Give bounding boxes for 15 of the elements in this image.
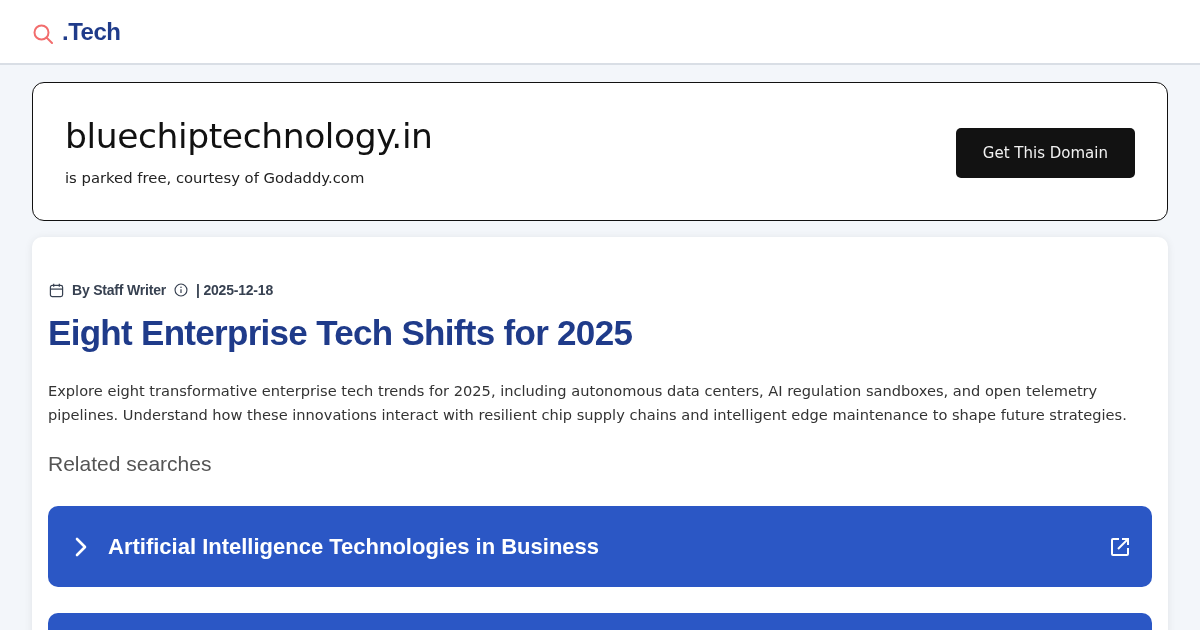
article-description: Explore eight transformative enterprise tech trends for 2025, including autonomous data centers, AI regulation sandboxes, and open telemetry pipelines. Understand how these innovations interact with resilient chip supply chains and intelligent edge maintenance to shape future strategies. [48, 381, 1128, 425]
related-search-link[interactable]: Artificial Intelligence Technologies in Business [48, 506, 1152, 587]
external-link-icon [1110, 536, 1130, 557]
parked-notice: is parked free, courtesy of Godaddy.com [65, 168, 366, 186]
article-title: Eight Enterprise Tech Shifts for 2025 [48, 312, 634, 354]
publish-date: | 2025-12-18 [196, 282, 273, 298]
author-name: By Staff Writer [72, 282, 166, 298]
info-icon [174, 283, 188, 297]
calendar-icon [49, 282, 64, 298]
search-icon[interactable] [33, 23, 53, 44]
chevron-right-icon [75, 536, 87, 557]
domain-name: bluechiptechnology.in [65, 117, 433, 157]
get-domain-button[interactable]: Get This Domain [955, 128, 1135, 178]
site-logo[interactable]: .Tech [62, 17, 121, 46]
related-searches-heading: Related searches [48, 452, 213, 476]
